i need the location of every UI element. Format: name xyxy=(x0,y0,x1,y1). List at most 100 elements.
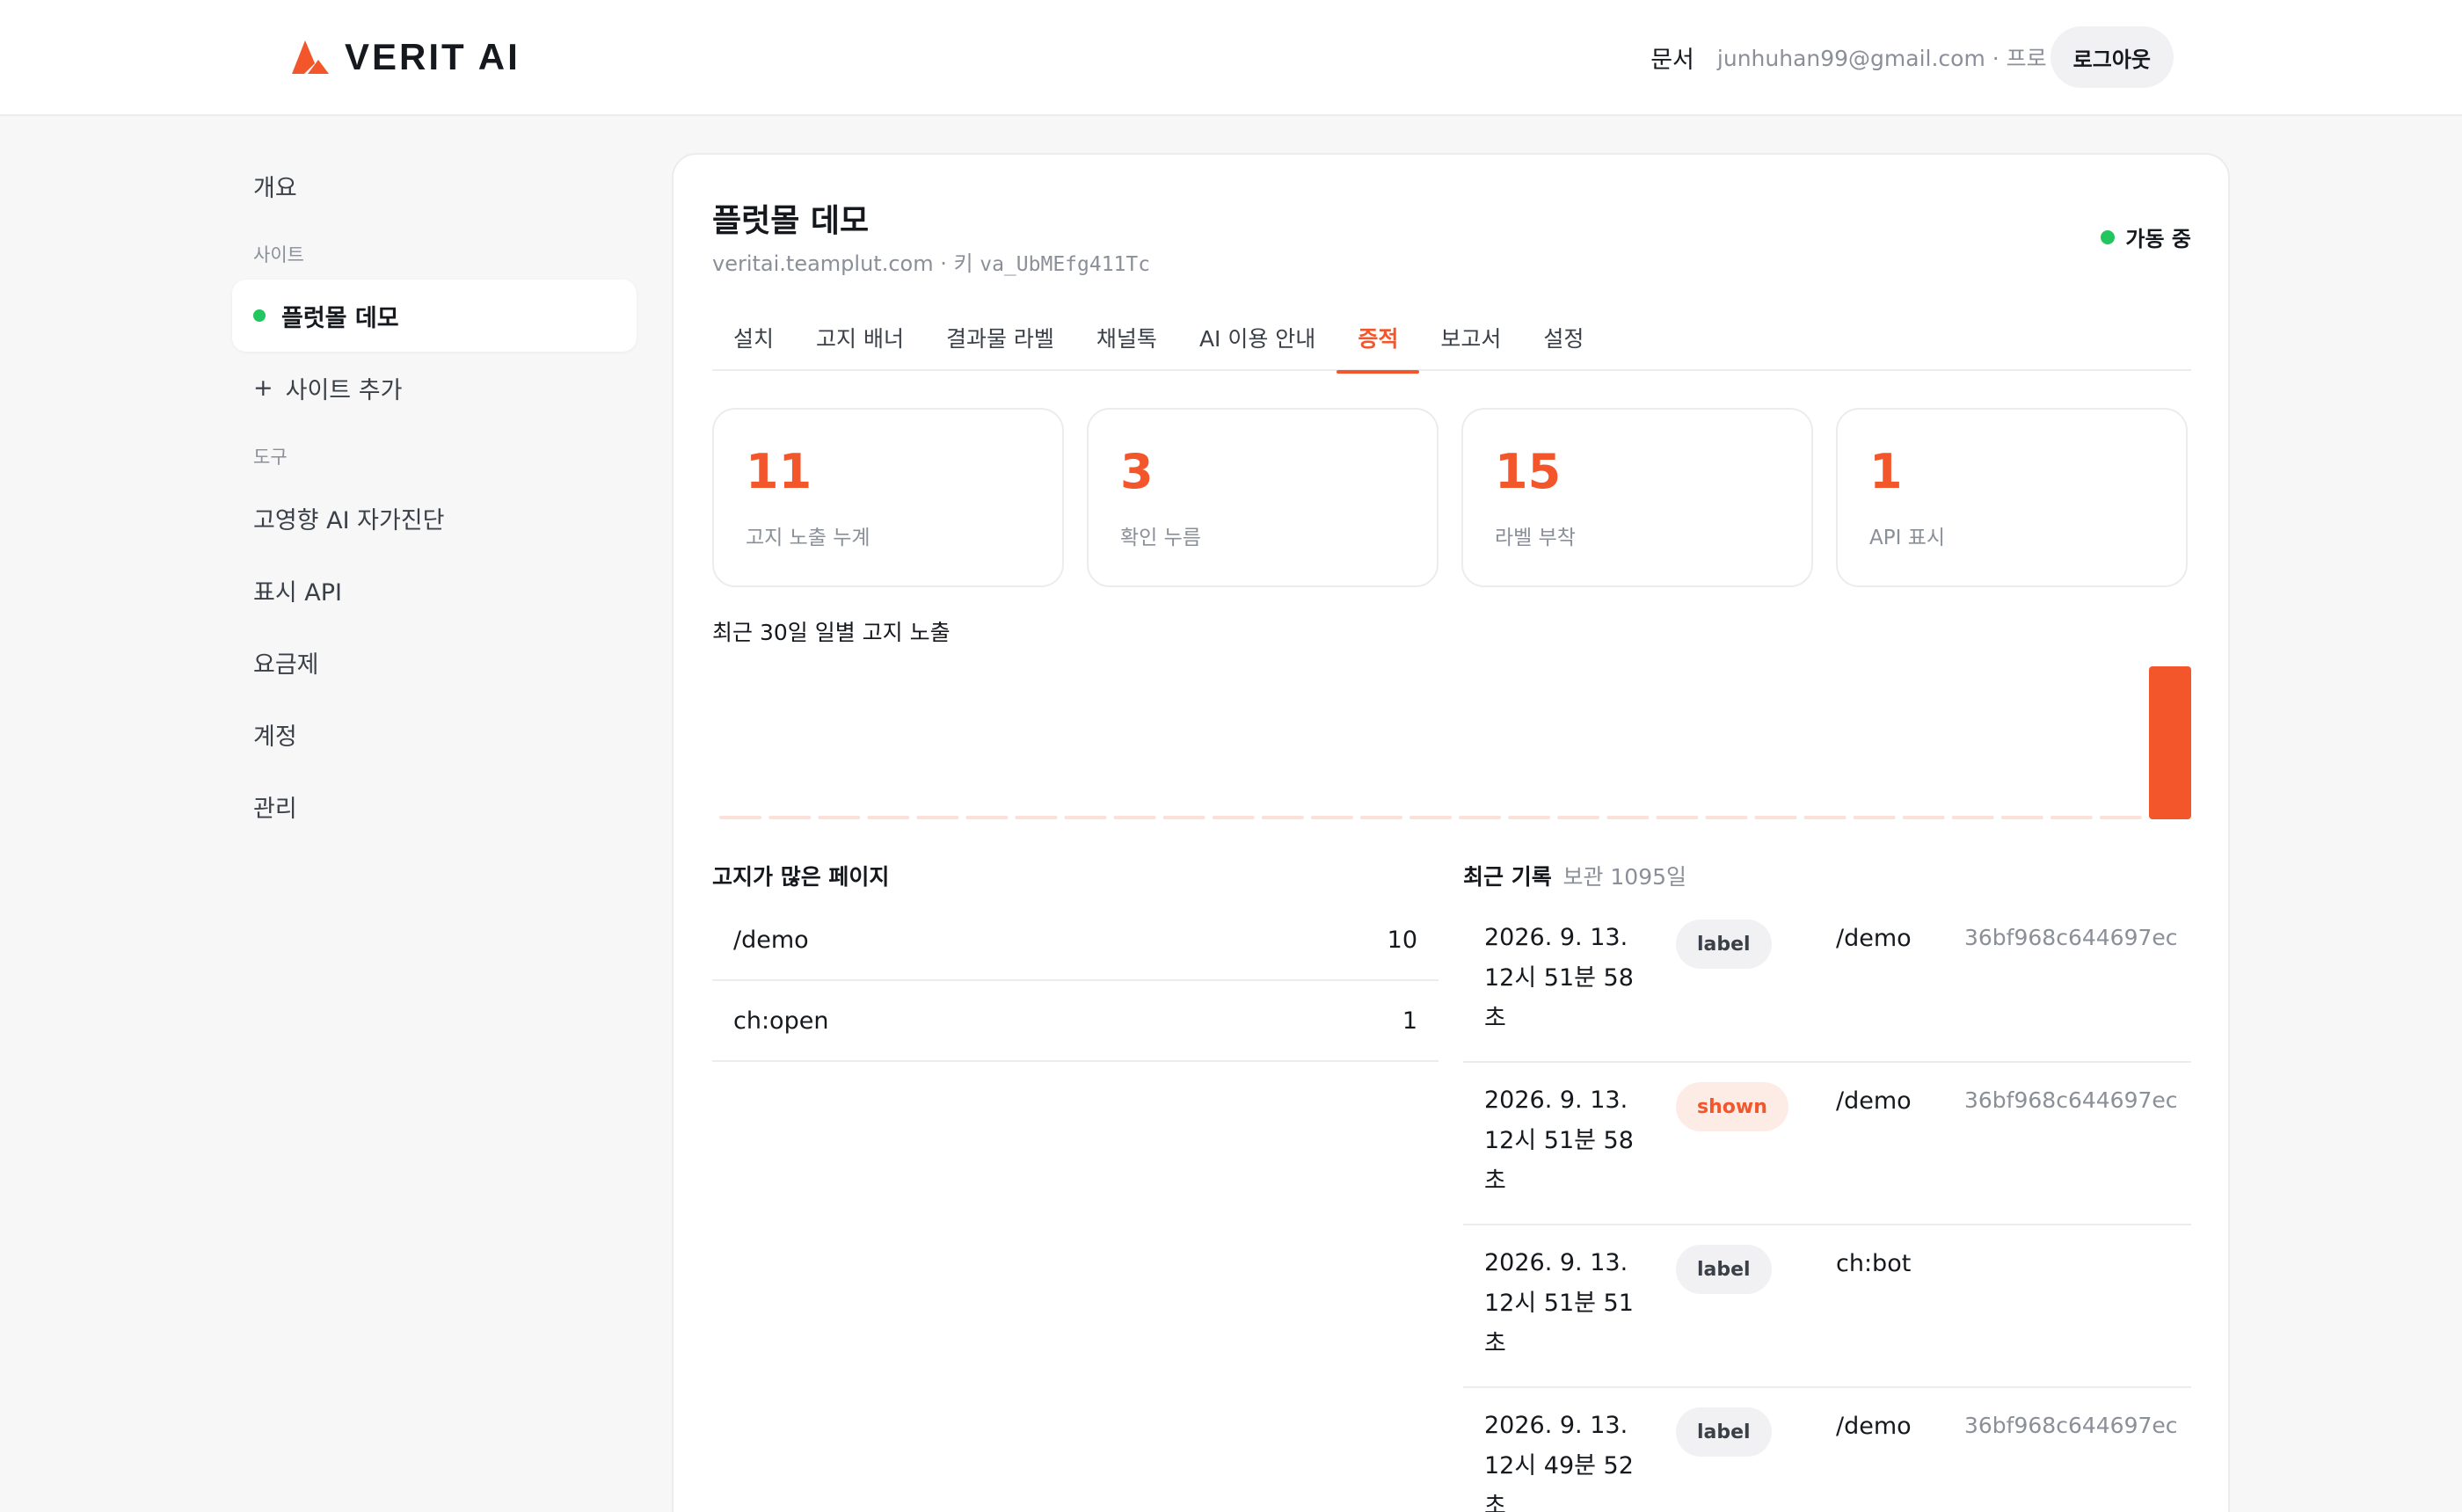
chart-bar xyxy=(1606,816,1650,819)
table-row: 2026. 9. 13. 12시 51분 58초 shown /demo 36b… xyxy=(1463,1063,2191,1225)
add-site-label: 사이트 추가 xyxy=(285,376,403,404)
site-meta: veritai.teamplut.com · 키 va_UbMEfg411Tc xyxy=(712,246,1150,277)
page-title: 플럿몰 데모 xyxy=(712,203,870,239)
page-count: 10 xyxy=(1387,926,1417,954)
tab-report[interactable]: 보고서 xyxy=(1419,304,1522,371)
tab-settings[interactable]: 설정 xyxy=(1522,304,1605,371)
plus-icon: + xyxy=(253,374,273,402)
site-status-dot xyxy=(253,309,266,322)
chart-bar xyxy=(916,816,959,819)
chart-bar xyxy=(1754,816,1797,819)
page-count: 1 xyxy=(1402,1007,1417,1035)
chart-bar xyxy=(1853,816,1896,819)
tab-bar: 설치 고지 배너 결과물 라벨 채널톡 AI 이용 안내 증적 보고서 설정 xyxy=(712,304,2191,374)
tab-evidence[interactable]: 증적 xyxy=(1337,304,1420,374)
chart-bar xyxy=(768,816,812,819)
event-type-badge: label xyxy=(1676,1245,1772,1294)
log-path: ch:bot xyxy=(1836,1250,1912,1277)
chart-bar xyxy=(1261,816,1304,819)
sidebar-item-overview[interactable]: 개요 xyxy=(232,149,637,222)
chart-bar xyxy=(1803,816,1846,819)
sidebar: 개요 사이트 플럿몰 데모 + 사이트 추가 도구 고영향 AI 자가진단 표시… xyxy=(232,149,637,842)
status-badge: 가동 중 xyxy=(2101,222,2191,252)
top-pages-title: 고지가 많은 페이지 xyxy=(712,864,890,890)
separator: · xyxy=(940,251,954,276)
stats-row: 11 고지 노출 누계 3 확인 누름 15 라벨 부착 1 API 표시 xyxy=(712,408,2191,587)
list-item[interactable]: ch:open 1 xyxy=(712,981,1439,1062)
log-time: 2026. 9. 13. 12시 51분 51초 xyxy=(1484,1249,1634,1357)
add-site-button[interactable]: + 사이트 추가 xyxy=(232,352,637,424)
chart-bar xyxy=(1162,816,1206,819)
sidebar-section-tools: 도구 xyxy=(253,447,288,468)
stat-card: 11 고지 노출 누계 xyxy=(712,408,1064,587)
chart-bar xyxy=(1951,816,1994,819)
stat-card: 1 API 표시 xyxy=(1836,408,2188,587)
verit-logo-icon xyxy=(292,40,329,74)
chart-bar xyxy=(1113,816,1156,819)
sidebar-item-pricing[interactable]: 요금제 xyxy=(232,626,637,698)
chart-bar xyxy=(2000,816,2043,819)
log-id: 36bf968c644697ec xyxy=(1964,1087,2178,1113)
logout-button[interactable]: 로그아웃 xyxy=(2050,26,2174,88)
stat-value: 3 xyxy=(1120,444,1154,499)
chart-title: 최근 30일 일별 고지 노출 xyxy=(712,620,951,645)
top-pages-list: /demo 10 ch:open 1 xyxy=(712,900,1439,1062)
chart-bar xyxy=(2050,816,2093,819)
sidebar-item-admin[interactable]: 관리 xyxy=(232,770,637,842)
recent-title-label: 최근 기록 xyxy=(1463,864,1552,890)
chart-bar xyxy=(1557,816,1600,819)
table-row: 2026. 9. 13. 12시 51분 58초 label /demo 36b… xyxy=(1463,900,2191,1063)
chart-bar xyxy=(719,816,762,819)
chart-bar xyxy=(1212,816,1255,819)
list-item[interactable]: /demo 10 xyxy=(712,900,1439,981)
sidebar-item-account[interactable]: 계정 xyxy=(232,698,637,770)
page-path: ch:open xyxy=(733,1007,829,1035)
log-time: 2026. 9. 13. 12시 51분 58초 xyxy=(1484,924,1634,1032)
user-email: junhuhan99@gmail.com · 프로 xyxy=(1716,46,2047,71)
chart-bar xyxy=(1359,816,1402,819)
tab-notice-banner[interactable]: 고지 배너 xyxy=(795,304,925,371)
log-time: 2026. 9. 13. 12시 49분 52초 xyxy=(1484,1412,1634,1512)
sidebar-section-sites: 사이트 xyxy=(253,244,304,265)
stat-card: 3 확인 누름 xyxy=(1087,408,1439,587)
chart-bar xyxy=(1508,816,1551,819)
sidebar-item-ai-self-check[interactable]: 고영향 AI 자가진단 xyxy=(232,482,637,554)
sidebar-item-label: 플럿몰 데모 xyxy=(281,304,399,332)
table-row: 2026. 9. 13. 12시 49분 52초 label /demo 36b… xyxy=(1463,1388,2191,1512)
table-row: 2026. 9. 13. 12시 51분 51초 label ch:bot xyxy=(1463,1225,2191,1388)
tab-output-label[interactable]: 결과물 라벨 xyxy=(925,304,1075,371)
sidebar-item-display-api[interactable]: 표시 API xyxy=(232,554,637,626)
chart-bar xyxy=(818,816,861,819)
log-path: /demo xyxy=(1836,1087,1912,1115)
stat-value: 11 xyxy=(746,444,812,499)
event-type-badge: shown xyxy=(1676,1082,1788,1131)
chart-svg xyxy=(719,666,2191,819)
chart-bar xyxy=(2099,816,2142,819)
chart-bar xyxy=(1310,816,1353,819)
stat-label: 확인 누름 xyxy=(1120,527,1201,549)
log-path: /demo xyxy=(1836,925,1912,952)
chart-bar xyxy=(1656,816,1699,819)
chart-bar xyxy=(1015,816,1058,819)
chart-bar xyxy=(1705,816,1748,819)
sidebar-item-site[interactable]: 플럿몰 데모 xyxy=(232,280,637,352)
docs-link[interactable]: 문서 xyxy=(1650,40,1694,75)
stat-label: 라벨 부착 xyxy=(1495,527,1576,549)
tab-install[interactable]: 설치 xyxy=(712,304,795,371)
log-id: 36bf968c644697ec xyxy=(1964,1413,2178,1438)
chart-bar xyxy=(2149,666,2191,819)
retention-label: 보관 1095일 xyxy=(1562,864,1687,890)
recent-log-title: 최근 기록 보관 1095일 xyxy=(1463,860,1686,891)
log-path: /demo xyxy=(1836,1413,1912,1440)
top-bar: VERIT AI 문서 junhuhan99@gmail.com · 프로 로그… xyxy=(0,0,2462,116)
site-key-label: 키 xyxy=(953,251,973,276)
brand[interactable]: VERIT AI xyxy=(292,35,521,79)
page-path: /demo xyxy=(733,926,809,954)
stat-card: 15 라벨 부착 xyxy=(1461,408,1813,587)
tab-ai-usage-guide[interactable]: AI 이용 안내 xyxy=(1178,304,1337,371)
tab-channeltalk[interactable]: 채널톡 xyxy=(1075,304,1178,371)
chart-bar xyxy=(965,816,1009,819)
stat-label: API 표시 xyxy=(1869,527,1946,549)
event-type-badge: label xyxy=(1676,920,1772,969)
chart-bar xyxy=(1459,816,1502,819)
